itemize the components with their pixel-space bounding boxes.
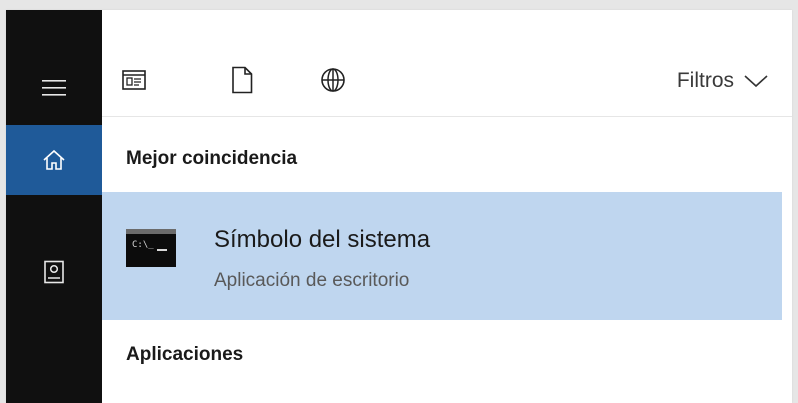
apps-filter-icon xyxy=(122,70,146,90)
chevron-down-icon xyxy=(744,75,768,88)
scrollbar[interactable] xyxy=(782,118,792,403)
best-match-result[interactable]: C:\_ Símbolo del sistema Aplicación de e… xyxy=(102,192,782,320)
result-subtitle: Aplicación de escritorio xyxy=(214,270,410,291)
documents-filter-button[interactable] xyxy=(227,65,257,95)
web-filter-icon xyxy=(321,68,345,92)
results-area: Filtros Mejor coincidencia C:\_ Símbolo … xyxy=(102,10,792,403)
best-match-heading: Mejor coincidencia xyxy=(126,148,298,169)
search-panel: Filtros Mejor coincidencia C:\_ Símbolo … xyxy=(6,10,792,403)
apps-section-heading: Aplicaciones xyxy=(126,344,244,365)
command-prompt-icon-text: C:\_ xyxy=(132,240,154,250)
documents-filter-icon xyxy=(232,66,253,94)
command-prompt-icon: C:\_ xyxy=(126,229,176,267)
notebook-icon xyxy=(44,260,64,284)
filter-toolbar: Filtros xyxy=(102,40,792,117)
hamburger-menu-icon xyxy=(42,80,66,96)
notebook-button[interactable] xyxy=(6,238,102,306)
web-filter-button[interactable] xyxy=(318,65,348,95)
filters-dropdown[interactable]: Filtros xyxy=(677,65,768,97)
home-icon xyxy=(43,149,65,170)
result-title: Símbolo del sistema xyxy=(214,226,431,253)
left-rail xyxy=(6,10,102,403)
apps-filter-button[interactable] xyxy=(119,65,149,95)
home-button[interactable] xyxy=(6,125,102,195)
menu-button[interactable] xyxy=(6,54,102,122)
filters-label: Filtros xyxy=(676,69,734,92)
